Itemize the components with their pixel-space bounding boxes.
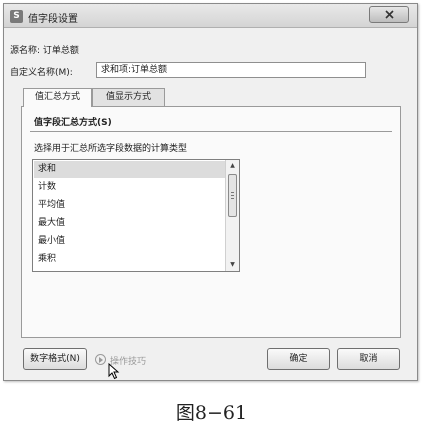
source-name-row: 源名称: 订单总额 (10, 43, 79, 56)
app-icon: S (10, 10, 23, 23)
close-button[interactable] (369, 6, 409, 23)
source-name-value: 订单总额 (42, 46, 79, 56)
scroll-thumb[interactable] (228, 174, 237, 217)
cancel-button[interactable]: 取消 (337, 348, 400, 370)
scroll-down-icon[interactable]: ▼ (226, 259, 239, 271)
list-scrollbar[interactable]: ▲ ▼ (225, 160, 239, 271)
section-title: 值字段汇总方式(S) (34, 118, 112, 128)
instruction-text: 选择用于汇总所选字段数据的计算类型 (34, 144, 188, 154)
number-format-button[interactable]: 数字格式(N) (23, 348, 87, 370)
list-item-average[interactable]: 平均值 (34, 197, 225, 214)
tab-summarize-by[interactable]: 值汇总方式 (23, 88, 92, 107)
list-item-sum[interactable]: 求和 (34, 161, 225, 178)
close-icon (385, 10, 394, 19)
list-item-product[interactable]: 乘积 (34, 251, 225, 268)
source-name-label: 源名称: (10, 46, 41, 56)
ok-button[interactable]: 确定 (267, 348, 330, 370)
calculation-type-list[interactable]: 求和 计数 平均值 最大值 最小值 乘积 ▲ ▼ (32, 159, 240, 272)
title-bar[interactable]: S 值字段设置 (4, 4, 417, 28)
list-item-min[interactable]: 最小值 (34, 233, 225, 250)
section-divider (30, 131, 392, 132)
summarize-panel: 值字段汇总方式(S) 选择用于汇总所选字段数据的计算类型 求和 计数 平均值 最… (21, 106, 401, 338)
list-item-max[interactable]: 最大值 (34, 215, 225, 232)
tab-show-values-as[interactable]: 值显示方式 (92, 88, 165, 106)
scroll-up-icon[interactable]: ▲ (226, 160, 239, 172)
custom-name-input[interactable]: 求和项:订单总额 (96, 62, 366, 78)
figure-caption: 图8−61 (175, 402, 248, 424)
dialog-title: 值字段设置 (28, 14, 78, 25)
mouse-cursor-icon (108, 363, 120, 380)
value-field-settings-dialog: S 值字段设置 源名称: 订单总额 自定义名称(M): 求和项:订单总额 值汇总… (3, 3, 418, 381)
play-circle-icon[interactable] (95, 354, 106, 365)
custom-name-label: 自定义名称(M): (10, 68, 73, 78)
list-item-count[interactable]: 计数 (34, 179, 225, 196)
